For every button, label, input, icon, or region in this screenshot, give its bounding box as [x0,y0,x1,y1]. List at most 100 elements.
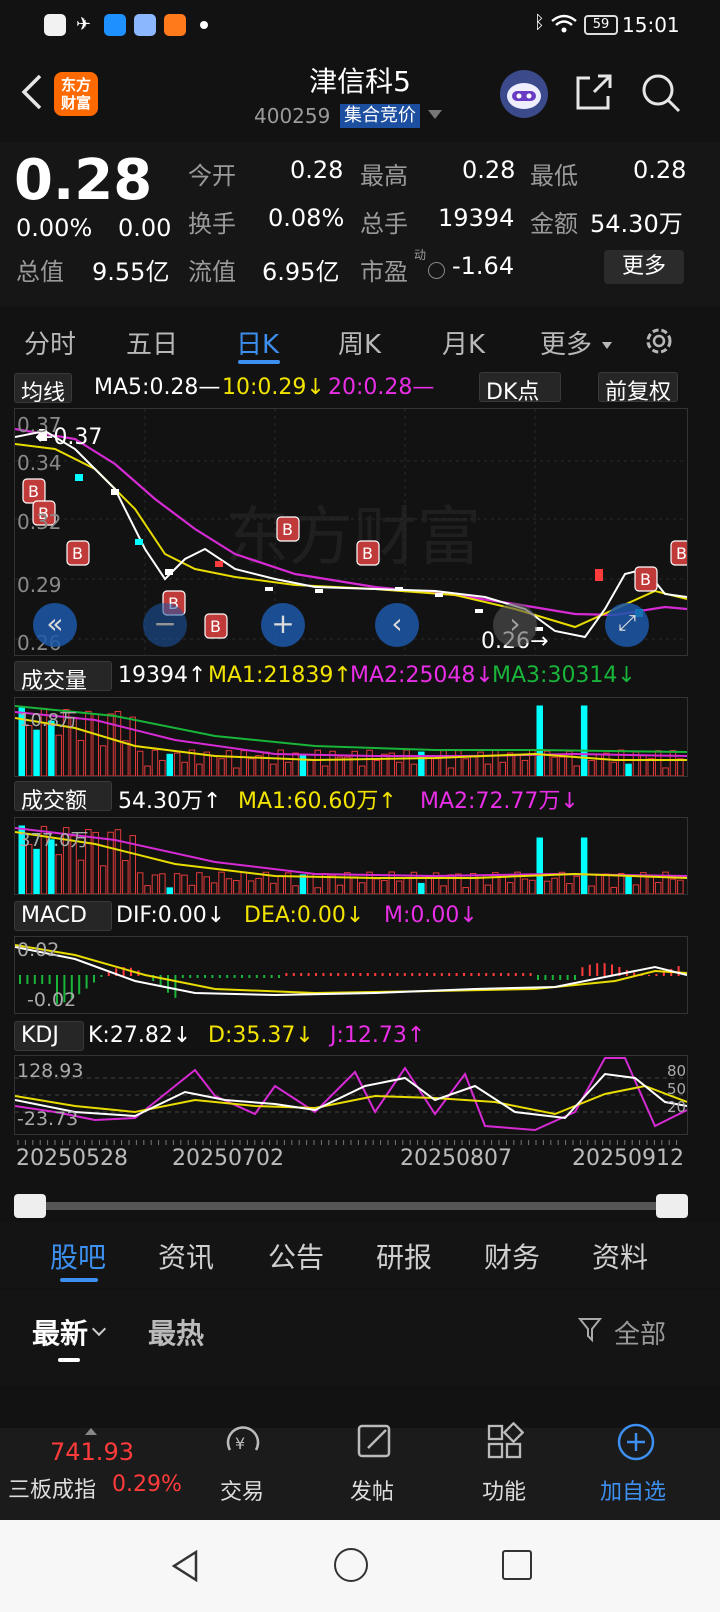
macd-histogram-bar [588,964,591,976]
kdj-d: D:35.37↓ [208,1023,314,1048]
filter-all[interactable]: 全部 [614,1314,666,1351]
tab-more[interactable]: 更多 [540,324,592,361]
tab-announcements[interactable]: 公告 [268,1236,324,1276]
scroll-left-fast-button[interactable]: « [33,603,77,647]
add-watchlist-icon[interactable] [616,1422,656,1462]
system-recents-icon[interactable] [502,1550,532,1580]
dk-point-button[interactable]: DK点 [479,372,561,405]
add-watchlist-label[interactable]: 加自选 [600,1474,666,1506]
macd-indicator-selector[interactable]: MACD [14,901,112,931]
fullscreen-button[interactable]: ⤢ [605,603,649,647]
amount-bar [270,882,277,895]
macd-histogram-bar [389,973,391,976]
trade-label[interactable]: 交易 [220,1474,264,1506]
volume-bar [551,756,558,777]
range-slider-right-handle[interactable] [656,1194,688,1218]
index-value[interactable]: 741.93 [50,1438,134,1466]
volume-bar [307,759,314,777]
volume-bar [55,734,62,777]
amount-bar [225,878,233,895]
kline-ytick-1: 0.34 [17,451,62,475]
kline-chart[interactable]: 东方财富 BBBBBBBBB 0.37 0.34 0.32 0.29 0.26 … [14,408,694,656]
kdj-bottom-tick: -23.73 [17,1108,79,1130]
amount-bar [595,874,603,895]
volume-current: 19394↑ [118,663,207,688]
volume-chart[interactable]: 10.8万 [14,697,688,777]
zoom-in-button[interactable]: + [261,603,305,647]
tab-monthly-k[interactable]: 月K [442,324,485,361]
ma-selector[interactable]: 均线 [14,373,73,406]
more-quote-button[interactable]: 更多 [604,250,684,284]
volume-indicator-selector[interactable]: 成交量 [14,661,112,694]
macd-histogram-bar [189,975,192,978]
functions-label[interactable]: 功能 [482,1474,526,1506]
index-name[interactable]: 三板成指 [8,1472,96,1504]
functions-icon[interactable] [486,1421,525,1462]
pe-info-icon[interactable] [428,262,445,279]
session-dropdown-icon[interactable] [428,110,442,119]
scroll-left-button[interactable]: ‹ [375,603,419,647]
amount-bar [669,878,677,895]
volume-bar [573,765,580,777]
system-back-icon[interactable] [168,1548,202,1584]
amount-indicator-selector[interactable]: 成交额 [14,781,112,814]
tab-guba[interactable]: 股吧 [50,1236,106,1276]
system-home-icon[interactable] [334,1548,368,1582]
scroll-right-button[interactable]: › [493,603,537,647]
tab-research[interactable]: 研报 [376,1236,432,1276]
volume-bar [492,749,499,777]
sort-hot[interactable]: 最热 [148,1312,204,1352]
settings-gear-icon[interactable] [642,324,676,358]
amount-bar [144,885,151,895]
macd-m: M:0.00↓ [384,903,478,928]
macd-histogram-bar [270,975,273,978]
buy-marker-letter: B [282,520,293,539]
macd-chart[interactable]: 0.02 -0.02 [14,936,688,1014]
range-slider[interactable] [14,1194,688,1218]
share-icon[interactable] [574,72,614,112]
macd-histogram-bar [507,973,510,976]
range-slider-left-handle[interactable] [14,1194,46,1218]
mcap-label: 总值 [16,258,64,286]
robot-notification-icon [134,14,156,36]
tab-financials[interactable]: 财务 [484,1236,540,1276]
tab-profile[interactable]: 资料 [592,1236,648,1276]
filter-icon[interactable] [577,1316,604,1344]
index-change[interactable]: 0.29% [112,1472,182,1497]
kline-candle [595,569,603,581]
tab-news[interactable]: 资讯 [158,1236,214,1276]
macd-histogram-bar [255,975,258,978]
search-icon[interactable] [640,72,682,114]
adjust-button[interactable]: 前复权 [598,372,679,405]
status-bar: ✈ ᛒ 59 15:01 [0,0,720,52]
post-icon[interactable] [356,1422,394,1462]
kdj-indicator-selector[interactable]: KDJ [14,1021,84,1051]
macd-histogram-bar [278,975,280,978]
tab-intraday[interactable]: 分时 [24,324,76,361]
kdj-chart[interactable]: 128.93 -23.73 80 50 20 [14,1055,688,1135]
amount-chart[interactable]: 377.0万 [14,817,688,895]
macd-histogram-bar [433,973,436,976]
zoom-out-button[interactable]: − [143,603,187,647]
tab-five-day[interactable]: 五日 [126,324,178,361]
macd-histogram-bar [544,975,547,980]
float-label: 流值 [188,258,236,286]
macd-histogram-bar [218,975,221,978]
post-label[interactable]: 发帖 [350,1474,394,1506]
amount-bar [210,882,218,895]
macd-histogram-bar [26,975,29,984]
turnover-value: 0.08% [268,204,345,232]
tab-daily-k[interactable]: 日K [236,324,279,361]
amount-bar [299,874,307,895]
assistant-robot-icon[interactable] [500,70,548,118]
index-expand-icon[interactable] [85,1428,97,1435]
macd-histogram-bar [337,973,340,976]
sort-latest[interactable]: 最新 [32,1312,88,1352]
macd-histogram-bar [551,975,554,980]
kline-candle [395,587,403,591]
session-badge[interactable]: 集合竞价 [340,104,420,128]
kline-candle [165,569,173,575]
volume-bar [210,755,218,777]
trade-icon[interactable]: ¥ [222,1422,264,1464]
tab-weekly-k[interactable]: 周K [338,324,381,361]
